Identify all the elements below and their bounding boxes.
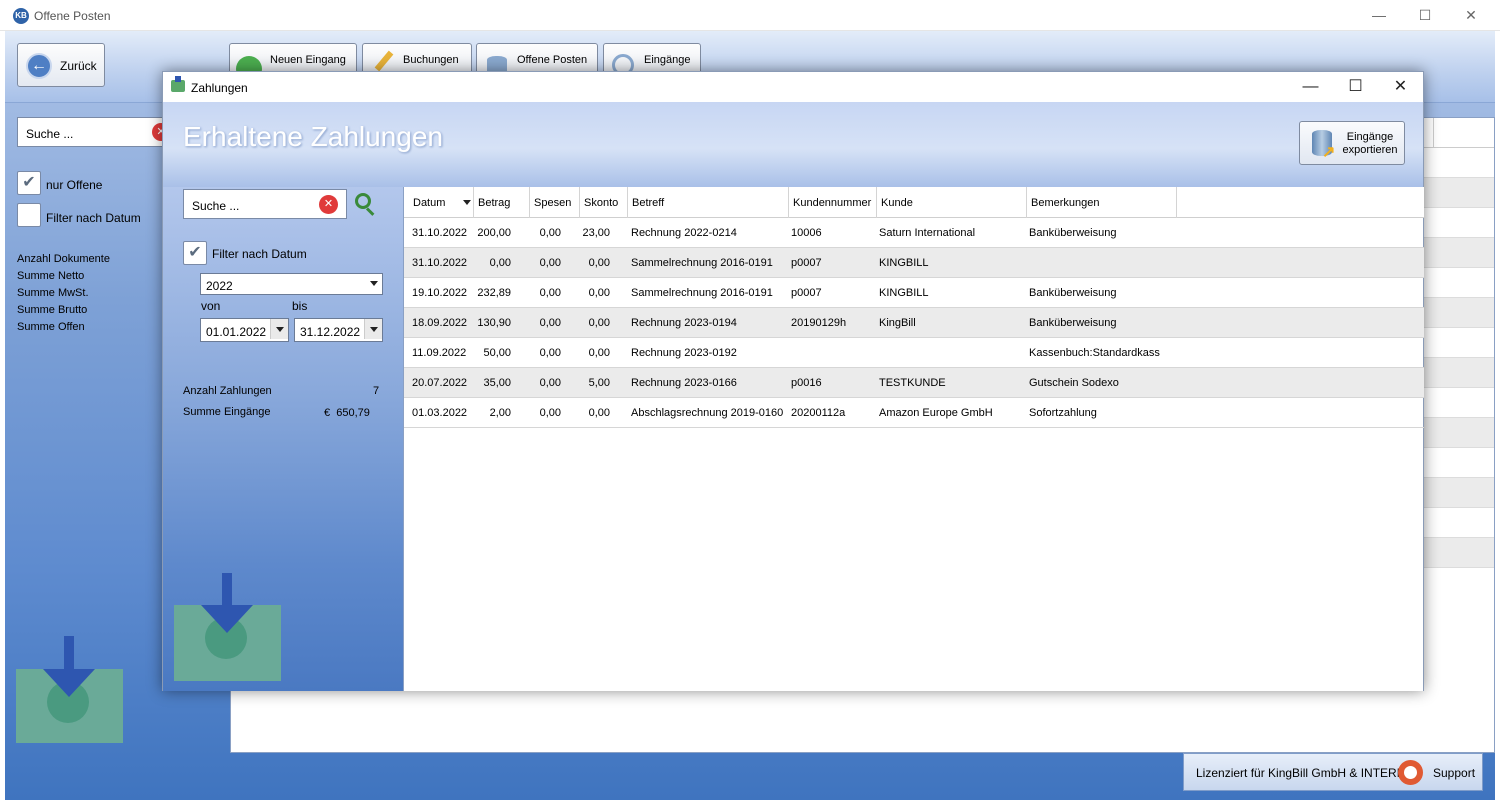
dialog-search-clear-icon[interactable]: ✕ <box>319 195 338 214</box>
von-label: von <box>201 299 221 313</box>
dialog-header: Erhaltene Zahlungen ↗ Eingänge exportier… <box>163 102 1423 187</box>
payments-table-header: Datum Betrag Spesen Skonto Betreff Kunde… <box>404 187 1424 218</box>
dialog-maximize-button[interactable]: ☐ <box>1333 72 1378 102</box>
main-titlebar: KB Offene Posten — ☐ ✕ <box>0 0 1500 31</box>
nur-offene-label: nur Offene <box>46 178 103 192</box>
arrow-left-icon: ← <box>26 53 52 79</box>
back-button[interactable]: ← Zurück <box>17 43 105 87</box>
lifebuoy-icon[interactable] <box>1398 760 1423 785</box>
back-button-label: Zurück <box>60 59 97 73</box>
dialog-title: Zahlungen <box>191 81 248 95</box>
dialog-filter-panel: Suche ... ✕ ✔ Filter nach Datum 2022 von… <box>163 187 403 691</box>
bis-label: bis <box>292 299 308 313</box>
dialog-filter-date-label: Filter nach Datum <box>212 247 307 261</box>
chevron-down-icon <box>270 319 288 339</box>
main-search-input[interactable]: Suche ... <box>17 117 172 147</box>
stat-summe-offen: Summe Offen <box>17 321 85 333</box>
main-filter-date-label: Filter nach Datum <box>46 211 141 225</box>
sort-desc-icon <box>463 200 471 205</box>
table-row[interactable]: 18.09.2022 130,90 0,00 0,00 Rechnung 202… <box>404 308 1424 338</box>
license-text: Lizenziert für KingBill GmbH & INTERN <box>1196 766 1406 780</box>
col-spesen[interactable]: Spesen <box>530 187 580 218</box>
main-window-title: Offene Posten <box>34 9 111 23</box>
main-close-button[interactable]: ✕ <box>1448 0 1494 31</box>
col-datum[interactable]: Datum <box>408 187 474 218</box>
export-receipts-button[interactable]: ↗ Eingänge exportieren <box>1299 121 1405 165</box>
stat-summe-mwst: Summe MwSt. <box>17 287 89 299</box>
year-select-value: 2022 <box>206 279 233 293</box>
from-date-picker[interactable]: 01.01.2022 <box>200 318 289 342</box>
payment-count-value: 7 <box>373 385 380 397</box>
from-date-value: 01.01.2022 <box>206 325 267 339</box>
payments-table[interactable]: Datum Betrag Spesen Skonto Betreff Kunde… <box>403 187 1424 691</box>
status-bar: Lizenziert für KingBill GmbH & INTERN Su… <box>1183 753 1483 791</box>
nur-offene-checkbox[interactable]: ✔ <box>17 171 41 195</box>
search-icon[interactable] <box>355 193 371 209</box>
zahlungen-dialog: Zahlungen — ☐ ✕ Erhaltene Zahlungen ↗ Ei… <box>162 71 1424 691</box>
dialog-minimize-button[interactable]: — <box>1288 72 1333 102</box>
dialog-filter-date-checkbox[interactable]: ✔ <box>183 241 207 265</box>
checkmark-icon: ✔ <box>188 244 202 261</box>
col-betreff[interactable]: Betreff <box>628 187 789 218</box>
table-row[interactable]: 19.10.2022 232,89 0,00 0,00 Sammelrechnu… <box>404 278 1424 308</box>
chevron-down-icon <box>370 281 378 286</box>
table-row[interactable]: 20.07.2022 35,00 0,00 5,00 Rechnung 2023… <box>404 368 1424 398</box>
col-kundennummer[interactable]: Kundennummer <box>789 187 877 218</box>
new-receipt-label: Neuen Eingang <box>270 54 346 66</box>
support-link[interactable]: Support <box>1433 766 1475 780</box>
stat-anzahl-dokumente: Anzahl Dokumente <box>17 253 110 265</box>
main-minimize-button[interactable]: — <box>1356 0 1402 31</box>
to-date-value: 31.12.2022 <box>300 325 361 339</box>
bookings-label: Buchungen <box>403 54 459 66</box>
to-date-picker[interactable]: 31.12.2022 <box>294 318 383 342</box>
chevron-down-icon <box>364 319 382 339</box>
dialog-heading: Erhaltene Zahlungen <box>183 121 443 152</box>
table-row[interactable]: 01.03.2022 2,00 0,00 0,00 Abschlagsrechn… <box>404 398 1424 428</box>
receipts-sum-value: € 650,79 <box>324 407 370 419</box>
year-select[interactable]: 2022 <box>200 273 383 295</box>
col-bemerkungen[interactable]: Bemerkungen <box>1027 187 1177 218</box>
checkmark-icon: ✔ <box>22 174 36 191</box>
dialog-close-button[interactable]: ✕ <box>1378 72 1423 102</box>
receipts-label: Eingänge <box>644 54 691 66</box>
main-maximize-button[interactable]: ☐ <box>1402 0 1448 31</box>
stat-summe-netto: Summe Netto <box>17 270 85 282</box>
table-row[interactable]: 31.10.2022 200,00 0,00 23,00 Rechnung 20… <box>404 218 1424 248</box>
main-filter-date-checkbox[interactable] <box>17 203 41 227</box>
table-row[interactable]: 11.09.2022 50,00 0,00 0,00 Rechnung 2023… <box>404 338 1424 368</box>
kingbill-logo-icon: KB <box>13 8 29 24</box>
col-kunde[interactable]: Kunde <box>877 187 1027 218</box>
pencil-icon <box>374 50 394 72</box>
export-button-label: Eingänge exportieren <box>1342 131 1398 156</box>
open-items-label: Offene Posten <box>517 54 588 66</box>
dialog-titlebar: Zahlungen — ☐ ✕ <box>163 72 1423 102</box>
export-arrow-icon: ↗ <box>1322 144 1336 161</box>
table-row[interactable]: 31.10.2022 0,00 0,00 0,00 Sammelrechnung… <box>404 248 1424 278</box>
col-betrag[interactable]: Betrag <box>474 187 530 218</box>
col-skonto[interactable]: Skonto <box>580 187 628 218</box>
payment-count-label: Anzahl Zahlungen <box>183 385 272 397</box>
stat-summe-brutto: Summe Brutto <box>17 304 88 316</box>
receipts-sum-label: Summe Eingänge <box>183 406 271 418</box>
